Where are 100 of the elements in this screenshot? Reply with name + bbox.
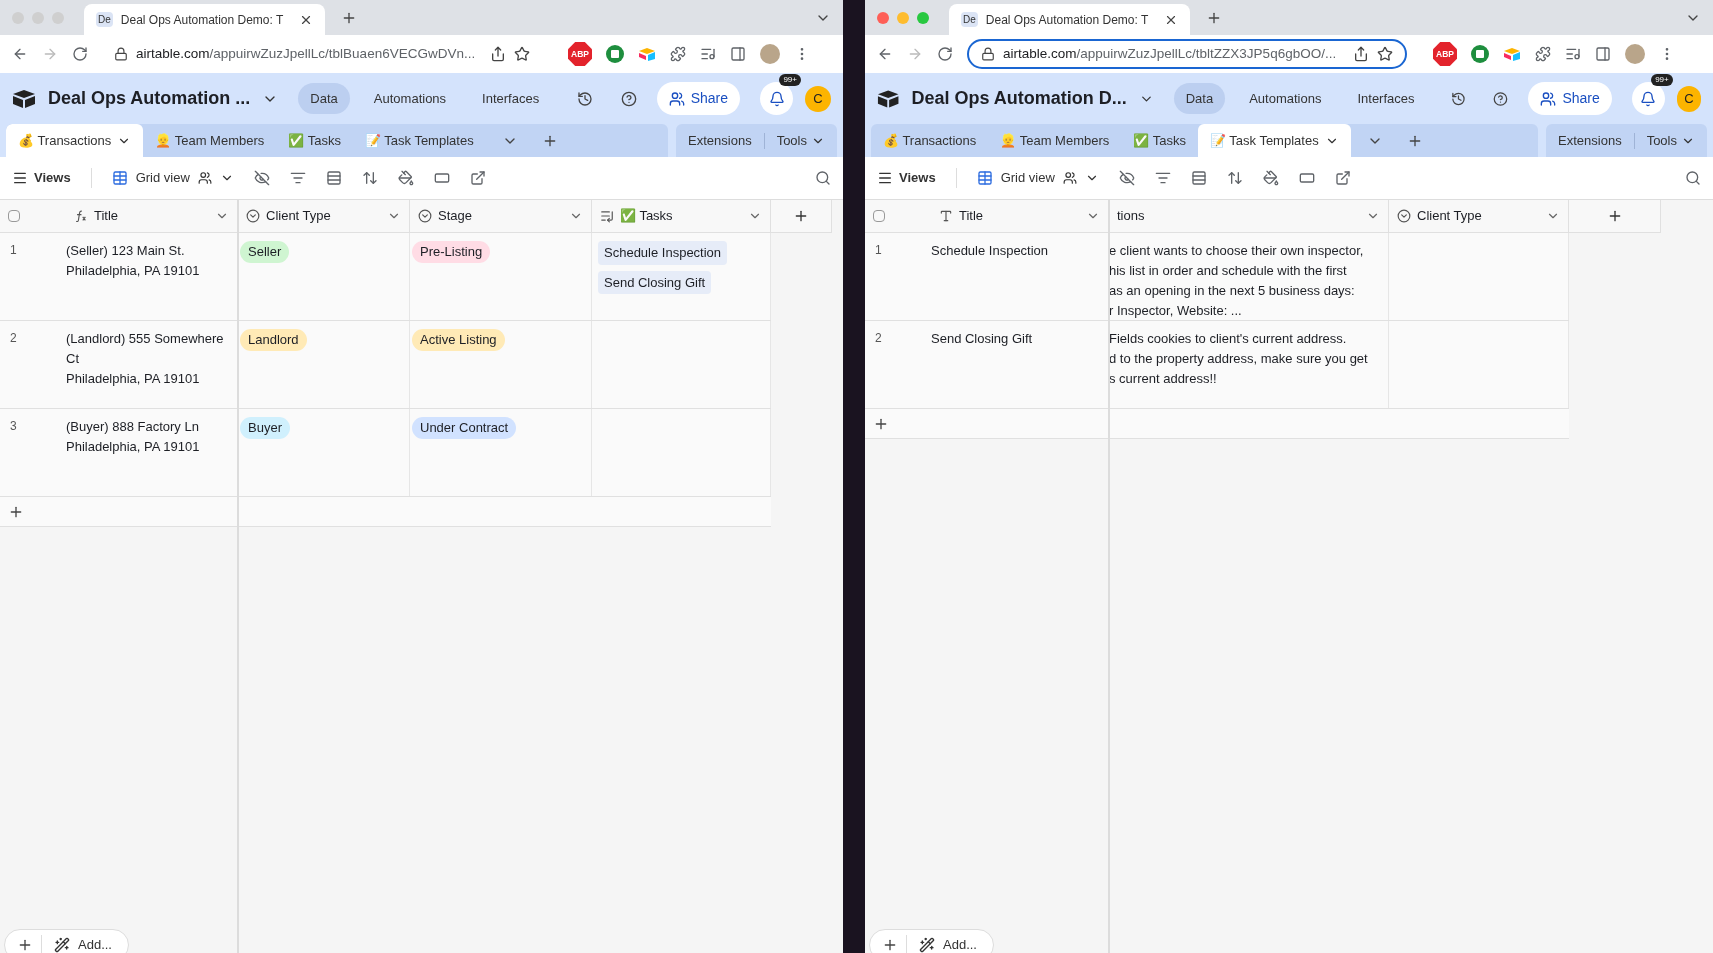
add-field-icon[interactable]: [793, 208, 809, 224]
column-header[interactable]: Client Type: [238, 200, 410, 232]
row-number: 2: [9, 330, 18, 347]
views-button[interactable]: Views: [877, 168, 936, 188]
column-header[interactable]: ✅ Tasks: [592, 200, 771, 232]
group-icon[interactable]: [1190, 170, 1207, 186]
search-icon[interactable]: [815, 170, 831, 186]
single-select-icon: [418, 209, 432, 223]
table-tab[interactable]: 💰 Transactions: [6, 124, 144, 157]
search-icon[interactable]: [1685, 170, 1701, 186]
tools-button[interactable]: Tools: [1642, 130, 1699, 151]
share-view-icon[interactable]: [1334, 170, 1351, 186]
hide-fields-icon[interactable]: [253, 170, 270, 186]
column-name: Title: [94, 207, 120, 226]
nav-tab[interactable]: Data: [298, 82, 350, 115]
adblock-extension-icon[interactable]: ABP: [568, 42, 592, 66]
views-button[interactable]: Views: [12, 168, 71, 188]
column-header[interactable]: Stage: [410, 200, 592, 232]
share-button[interactable]: Share: [656, 82, 740, 115]
column-header[interactable]: tions: [1109, 200, 1389, 232]
nav-tab[interactable]: Automations: [361, 82, 459, 115]
paint-bucket-icon[interactable]: [1262, 170, 1279, 186]
cell-text: Fields cookies to client's current address. d to the property address, make sure you get s current address!!: [1109, 330, 1368, 388]
user-avatar[interactable]: C: [1676, 85, 1701, 112]
row-number: 1: [9, 242, 18, 259]
table-tab[interactable]: 👱 Team Members: [143, 124, 277, 157]
extensions-button[interactable]: Extensions: [1554, 130, 1626, 151]
add-button[interactable]: Add...: [42, 935, 124, 953]
filter-icon[interactable]: [1154, 170, 1171, 186]
user-avatar[interactable]: C: [805, 85, 831, 112]
back-icon[interactable]: [12, 46, 28, 62]
favicon: De: [961, 12, 978, 27]
nav-tab[interactable]: Data: [1173, 82, 1226, 115]
add-icon[interactable]: [882, 937, 898, 953]
side-panel-icon[interactable]: [730, 46, 746, 62]
share-view-icon[interactable]: [469, 170, 486, 186]
address-bar[interactable]: airtable.com/appuirwZuzJpellLc/tbltZZX3JP5q6gbOO/...: [967, 39, 1407, 69]
column-header[interactable]: Title: [865, 200, 1109, 232]
colorful-extension-icon[interactable]: [638, 47, 656, 61]
hide-fields-icon[interactable]: [1118, 170, 1135, 186]
help-icon[interactable]: [1493, 90, 1509, 107]
disk-extension-icon[interactable]: [1471, 45, 1489, 63]
base-name[interactable]: Deal Ops Automation D...: [911, 85, 1127, 112]
paint-bucket-icon[interactable]: [397, 170, 414, 186]
linked-record-chip[interactable]: Send Closing Gift: [598, 270, 712, 294]
grid-view-button[interactable]: Grid view: [976, 168, 1099, 188]
table-tab[interactable]: 💰 Transactions: [871, 124, 989, 157]
table-tab[interactable]: ✅ Tasks: [276, 124, 353, 157]
filter-icon[interactable]: [289, 170, 306, 186]
column-header[interactable]: Client Type: [1389, 200, 1569, 232]
share-page-icon[interactable]: [490, 46, 506, 62]
browser-tab[interactable]: De Deal Ops Automation Demo: T: [949, 4, 1191, 35]
bookmark-star-icon[interactable]: [1377, 46, 1393, 62]
add-icon[interactable]: [17, 937, 33, 953]
help-icon[interactable]: [620, 90, 637, 107]
nav-tab[interactable]: Interfaces: [470, 82, 552, 115]
nav-tab[interactable]: Automations: [1237, 82, 1334, 115]
reload-icon[interactable]: [72, 46, 88, 62]
table-tab[interactable]: 📝 Task Templates: [1197, 124, 1351, 157]
disk-extension-icon[interactable]: [606, 45, 624, 63]
tools-button[interactable]: Tools: [772, 130, 829, 151]
colorful-extension-icon[interactable]: [1503, 47, 1521, 61]
extensions-button[interactable]: Extensions: [684, 130, 756, 151]
table-tab[interactable]: 📝 Task Templates: [352, 124, 486, 157]
column-header[interactable]: Title: [0, 200, 238, 232]
browser-tab[interactable]: De Deal Ops Automation Demo: T: [84, 4, 326, 35]
notifications-button[interactable]: [1631, 82, 1665, 115]
back-icon[interactable]: [877, 46, 893, 62]
extensions-puzzle-icon[interactable]: [670, 46, 686, 62]
notifications-button[interactable]: [760, 82, 793, 115]
extensions-puzzle-icon[interactable]: [1535, 46, 1551, 62]
bell-icon: [1640, 90, 1657, 107]
nav-tab[interactable]: Interfaces: [1345, 82, 1427, 115]
tag: Buyer: [240, 417, 290, 439]
group-icon[interactable]: [325, 170, 342, 186]
side-panel-icon[interactable]: [1595, 46, 1611, 62]
column-name: tions: [1117, 207, 1146, 226]
media-control-icon[interactable]: [700, 46, 716, 62]
linked-record-chip[interactable]: Schedule Inspection: [598, 241, 728, 265]
history-icon[interactable]: [576, 90, 593, 107]
row-height-icon[interactable]: [1298, 170, 1315, 186]
sort-icon[interactable]: [1226, 170, 1243, 186]
base-name[interactable]: Deal Ops Automation ...: [48, 85, 251, 112]
reload-icon[interactable]: [937, 46, 953, 62]
table-tab[interactable]: 👱 Team Members: [988, 124, 1122, 157]
grid-view-button[interactable]: Grid view: [111, 168, 234, 188]
media-control-icon[interactable]: [1565, 46, 1581, 62]
adblock-extension-icon[interactable]: ABP: [1433, 42, 1457, 66]
bookmark-star-icon[interactable]: [514, 46, 530, 62]
history-icon[interactable]: [1450, 90, 1466, 107]
sort-icon[interactable]: [361, 170, 378, 186]
text-field-icon: [939, 209, 953, 223]
table-tab[interactable]: ✅ Tasks: [1121, 124, 1198, 157]
add-button[interactable]: Add...: [907, 935, 989, 953]
share-page-icon[interactable]: [1353, 46, 1369, 62]
select-all-checkbox[interactable]: [873, 210, 885, 222]
row-height-icon[interactable]: [433, 170, 450, 186]
share-button[interactable]: Share: [1528, 82, 1612, 115]
single-select-icon: [1397, 209, 1411, 223]
select-all-checkbox[interactable]: [8, 210, 20, 222]
